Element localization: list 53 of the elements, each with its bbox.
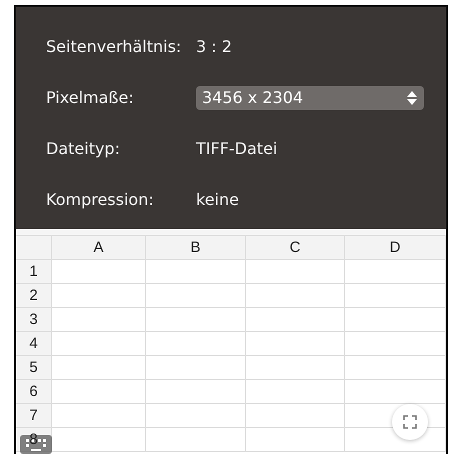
table-cell[interactable] — [246, 284, 345, 308]
property-label: Dateityp: — [46, 139, 121, 158]
row-header[interactable]: 8 — [29, 431, 38, 448]
row-header[interactable]: 5 — [29, 359, 38, 376]
keyboard-button[interactable] — [20, 435, 52, 454]
property-value: TIFF-Datei — [196, 139, 278, 158]
table-cell[interactable] — [345, 260, 446, 284]
table-cell[interactable] — [146, 380, 246, 404]
table-cell[interactable] — [52, 356, 146, 380]
column-header[interactable]: D — [345, 236, 446, 260]
table-cell[interactable] — [345, 284, 446, 308]
table-cell[interactable] — [146, 428, 246, 452]
table-cell[interactable] — [246, 308, 345, 332]
property-label: Seitenverhältnis: — [46, 37, 182, 56]
table-cell[interactable] — [345, 308, 446, 332]
table-cell[interactable] — [52, 284, 146, 308]
table-cell[interactable] — [246, 428, 345, 452]
table-cell[interactable] — [146, 284, 246, 308]
table-cell[interactable] — [52, 308, 146, 332]
property-label: Kompression: — [46, 190, 155, 209]
table-cell[interactable] — [146, 404, 246, 428]
row-header[interactable]: 1 — [29, 263, 38, 280]
table-cell[interactable] — [345, 356, 446, 380]
table-cell[interactable] — [246, 356, 345, 380]
table-cell[interactable] — [345, 380, 446, 404]
row-header[interactable]: 7 — [29, 407, 38, 424]
table-cell[interactable] — [146, 260, 246, 284]
row-header[interactable]: 3 — [29, 311, 38, 328]
property-value: keine — [196, 190, 239, 209]
table-cell[interactable] — [52, 428, 146, 452]
row-header[interactable]: 4 — [29, 335, 38, 352]
row-header[interactable]: 2 — [29, 287, 38, 304]
table-cell[interactable] — [52, 260, 146, 284]
table-cell[interactable] — [246, 404, 345, 428]
pixel-size-select[interactable]: 3456 x 2304 — [196, 86, 424, 110]
column-header[interactable]: C — [246, 236, 345, 260]
table-cell[interactable] — [52, 332, 146, 356]
property-label: Pixelmaße: — [46, 88, 135, 107]
stepper-icon — [406, 90, 418, 106]
table-cell[interactable] — [52, 380, 146, 404]
table-cell[interactable] — [146, 308, 246, 332]
column-header[interactable]: B — [146, 236, 246, 260]
table-cell[interactable] — [146, 356, 246, 380]
table-cell[interactable] — [52, 404, 146, 428]
table-cell[interactable] — [146, 332, 246, 356]
table-cell[interactable] — [246, 332, 345, 356]
table-cell[interactable] — [345, 332, 446, 356]
table-cell[interactable] — [246, 260, 345, 284]
column-header[interactable]: A — [52, 236, 146, 260]
table-cell[interactable] — [246, 380, 345, 404]
row-header[interactable]: 6 — [29, 383, 38, 400]
fullscreen-icon — [403, 415, 417, 429]
property-value: 3 : 2 — [196, 37, 232, 56]
